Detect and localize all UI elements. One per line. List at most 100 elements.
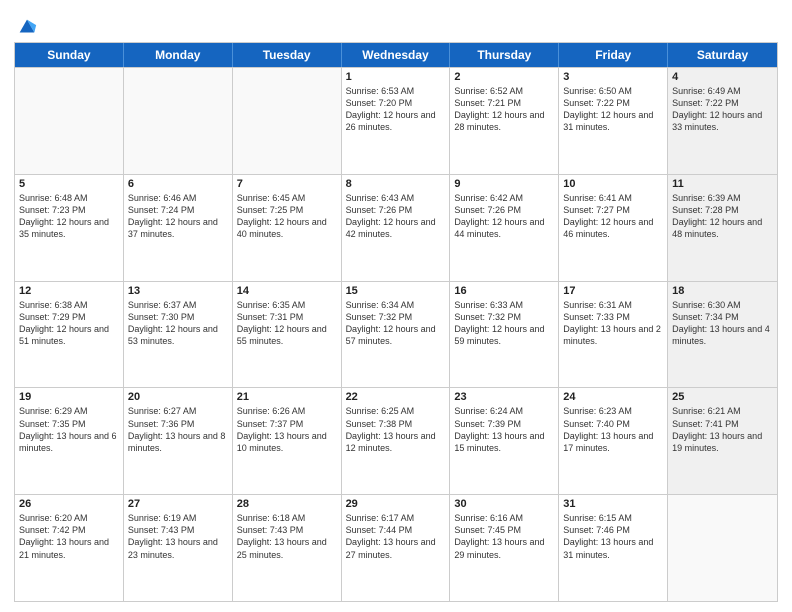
cell-info: Sunrise: 6:50 AM Sunset: 7:22 PM Dayligh… (563, 85, 663, 134)
cell-info: Sunrise: 6:39 AM Sunset: 7:28 PM Dayligh… (672, 192, 773, 241)
cell-info: Sunrise: 6:20 AM Sunset: 7:42 PM Dayligh… (19, 512, 119, 561)
calendar-cell: 5Sunrise: 6:48 AM Sunset: 7:23 PM Daylig… (15, 175, 124, 281)
cell-info: Sunrise: 6:15 AM Sunset: 7:46 PM Dayligh… (563, 512, 663, 561)
page: SundayMondayTuesdayWednesdayThursdayFrid… (0, 0, 792, 612)
calendar-cell (124, 68, 233, 174)
day-number: 31 (563, 498, 663, 510)
day-number: 6 (128, 178, 228, 190)
day-number: 22 (346, 391, 446, 403)
calendar-cell: 6 Sunrise: 6:46 AM Sunset: 7:24 PM Daylig… (124, 175, 233, 281)
cell-info: Sunrise: 6:35 AM Sunset: 7:31 PM Dayligh… (237, 299, 337, 348)
calendar-cell (15, 68, 124, 174)
calendar-cell: 24 Sunrise: 6:23 AM Sunset: 7:40 PM Dayli… (559, 388, 668, 494)
calendar-cell: 10 Sunrise: 6:41 AM Sunset: 7:27 PM Dayli… (559, 175, 668, 281)
day-number: 15 (346, 285, 446, 297)
weekday-header-thursday: Thursday (450, 43, 559, 67)
cell-info: Sunrise: 6:18 AM Sunset: 7:43 PM Dayligh… (237, 512, 337, 561)
cell-info: Sunrise: 6:24 AM Sunset: 7:39 PM Dayligh… (454, 405, 554, 454)
weekday-header-friday: Friday (559, 43, 668, 67)
day-number: 11 (672, 178, 773, 190)
calendar-cell: 27 Sunrise: 6:19 AM Sunset: 7:43 PM Dayli… (124, 495, 233, 601)
logo-icon (16, 16, 38, 38)
calendar-cell: 13Sunrise: 6:37 AM Sunset: 7:30 PM Dayli… (124, 282, 233, 388)
calendar-cell: 18 Sunrise: 6:30 AM Sunset: 7:34 PM Dayli… (668, 282, 777, 388)
cell-info: Sunrise: 6:46 AM Sunset: 7:24 PM Dayligh… (128, 192, 228, 241)
calendar-cell: 1Sunrise: 6:53 AM Sunset: 7:20 PM Daylig… (342, 68, 451, 174)
cell-info: Sunrise: 6:27 AM Sunset: 7:36 PM Dayligh… (128, 405, 228, 454)
cell-info: Sunrise: 6:21 AM Sunset: 7:41 PM Dayligh… (672, 405, 773, 454)
calendar-cell: 20Sunrise: 6:27 AM Sunset: 7:36 PM Dayli… (124, 388, 233, 494)
day-number: 9 (454, 178, 554, 190)
day-number: 18 (672, 285, 773, 297)
day-number: 27 (128, 498, 228, 510)
calendar-cell: 17Sunrise: 6:31 AM Sunset: 7:33 PM Dayli… (559, 282, 668, 388)
header (14, 12, 778, 34)
calendar-row-0: 1Sunrise: 6:53 AM Sunset: 7:20 PM Daylig… (15, 67, 777, 174)
day-number: 2 (454, 71, 554, 83)
calendar-cell: 28 Sunrise: 6:18 AM Sunset: 7:43 PM Dayli… (233, 495, 342, 601)
calendar-cell: 25 Sunrise: 6:21 AM Sunset: 7:41 PM Dayli… (668, 388, 777, 494)
day-number: 25 (672, 391, 773, 403)
day-number: 30 (454, 498, 554, 510)
calendar-header: SundayMondayTuesdayWednesdayThursdayFrid… (15, 43, 777, 67)
cell-info: Sunrise: 6:33 AM Sunset: 7:32 PM Dayligh… (454, 299, 554, 348)
cell-info: Sunrise: 6:17 AM Sunset: 7:44 PM Dayligh… (346, 512, 446, 561)
calendar-cell: 31 Sunrise: 6:15 AM Sunset: 7:46 PM Dayli… (559, 495, 668, 601)
calendar-row-1: 5Sunrise: 6:48 AM Sunset: 7:23 PM Daylig… (15, 174, 777, 281)
calendar-cell: 30 Sunrise: 6:16 AM Sunset: 7:45 PM Dayli… (450, 495, 559, 601)
cell-info: Sunrise: 6:30 AM Sunset: 7:34 PM Dayligh… (672, 299, 773, 348)
cell-info: Sunrise: 6:16 AM Sunset: 7:45 PM Dayligh… (454, 512, 554, 561)
calendar-cell (233, 68, 342, 174)
calendar-cell: 16 Sunrise: 6:33 AM Sunset: 7:32 PM Dayli… (450, 282, 559, 388)
calendar-cell: 19 Sunrise: 6:29 AM Sunset: 7:35 PM Dayli… (15, 388, 124, 494)
weekday-header-sunday: Sunday (15, 43, 124, 67)
calendar-cell: 12 Sunrise: 6:38 AM Sunset: 7:29 PM Dayli… (15, 282, 124, 388)
day-number: 4 (672, 71, 773, 83)
day-number: 19 (19, 391, 119, 403)
calendar-cell: 7 Sunrise: 6:45 AM Sunset: 7:25 PM Daylig… (233, 175, 342, 281)
day-number: 17 (563, 285, 663, 297)
calendar-cell: 22Sunrise: 6:25 AM Sunset: 7:38 PM Dayli… (342, 388, 451, 494)
day-number: 14 (237, 285, 337, 297)
calendar-cell: 8 Sunrise: 6:43 AM Sunset: 7:26 PM Daylig… (342, 175, 451, 281)
cell-info: Sunrise: 6:41 AM Sunset: 7:27 PM Dayligh… (563, 192, 663, 241)
calendar-cell: 9 Sunrise: 6:42 AM Sunset: 7:26 PM Daylig… (450, 175, 559, 281)
weekday-header-saturday: Saturday (668, 43, 777, 67)
cell-info: Sunrise: 6:43 AM Sunset: 7:26 PM Dayligh… (346, 192, 446, 241)
weekday-header-monday: Monday (124, 43, 233, 67)
calendar-cell: 11 Sunrise: 6:39 AM Sunset: 7:28 PM Dayli… (668, 175, 777, 281)
day-number: 3 (563, 71, 663, 83)
day-number: 28 (237, 498, 337, 510)
cell-info: Sunrise: 6:42 AM Sunset: 7:26 PM Dayligh… (454, 192, 554, 241)
day-number: 24 (563, 391, 663, 403)
calendar-cell: 15Sunrise: 6:34 AM Sunset: 7:32 PM Dayli… (342, 282, 451, 388)
calendar-cell: 14 Sunrise: 6:35 AM Sunset: 7:31 PM Dayli… (233, 282, 342, 388)
day-number: 16 (454, 285, 554, 297)
cell-info: Sunrise: 6:38 AM Sunset: 7:29 PM Dayligh… (19, 299, 119, 348)
calendar-cell: 4 Sunrise: 6:49 AM Sunset: 7:22 PM Daylig… (668, 68, 777, 174)
weekday-header-wednesday: Wednesday (342, 43, 451, 67)
cell-info: Sunrise: 6:19 AM Sunset: 7:43 PM Dayligh… (128, 512, 228, 561)
calendar: SundayMondayTuesdayWednesdayThursdayFrid… (14, 42, 778, 602)
day-number: 23 (454, 391, 554, 403)
weekday-header-tuesday: Tuesday (233, 43, 342, 67)
cell-info: Sunrise: 6:52 AM Sunset: 7:21 PM Dayligh… (454, 85, 554, 134)
logo (14, 16, 38, 34)
day-number: 8 (346, 178, 446, 190)
cell-info: Sunrise: 6:29 AM Sunset: 7:35 PM Dayligh… (19, 405, 119, 454)
cell-info: Sunrise: 6:26 AM Sunset: 7:37 PM Dayligh… (237, 405, 337, 454)
day-number: 21 (237, 391, 337, 403)
cell-info: Sunrise: 6:23 AM Sunset: 7:40 PM Dayligh… (563, 405, 663, 454)
calendar-row-3: 19 Sunrise: 6:29 AM Sunset: 7:35 PM Dayli… (15, 387, 777, 494)
calendar-cell: 29 Sunrise: 6:17 AM Sunset: 7:44 PM Dayli… (342, 495, 451, 601)
day-number: 7 (237, 178, 337, 190)
day-number: 12 (19, 285, 119, 297)
day-number: 5 (19, 178, 119, 190)
day-number: 10 (563, 178, 663, 190)
calendar-body: 1Sunrise: 6:53 AM Sunset: 7:20 PM Daylig… (15, 67, 777, 601)
cell-info: Sunrise: 6:49 AM Sunset: 7:22 PM Dayligh… (672, 85, 773, 134)
calendar-cell: 23 Sunrise: 6:24 AM Sunset: 7:39 PM Dayli… (450, 388, 559, 494)
calendar-cell: 21 Sunrise: 6:26 AM Sunset: 7:37 PM Dayli… (233, 388, 342, 494)
day-number: 29 (346, 498, 446, 510)
cell-info: Sunrise: 6:45 AM Sunset: 7:25 PM Dayligh… (237, 192, 337, 241)
